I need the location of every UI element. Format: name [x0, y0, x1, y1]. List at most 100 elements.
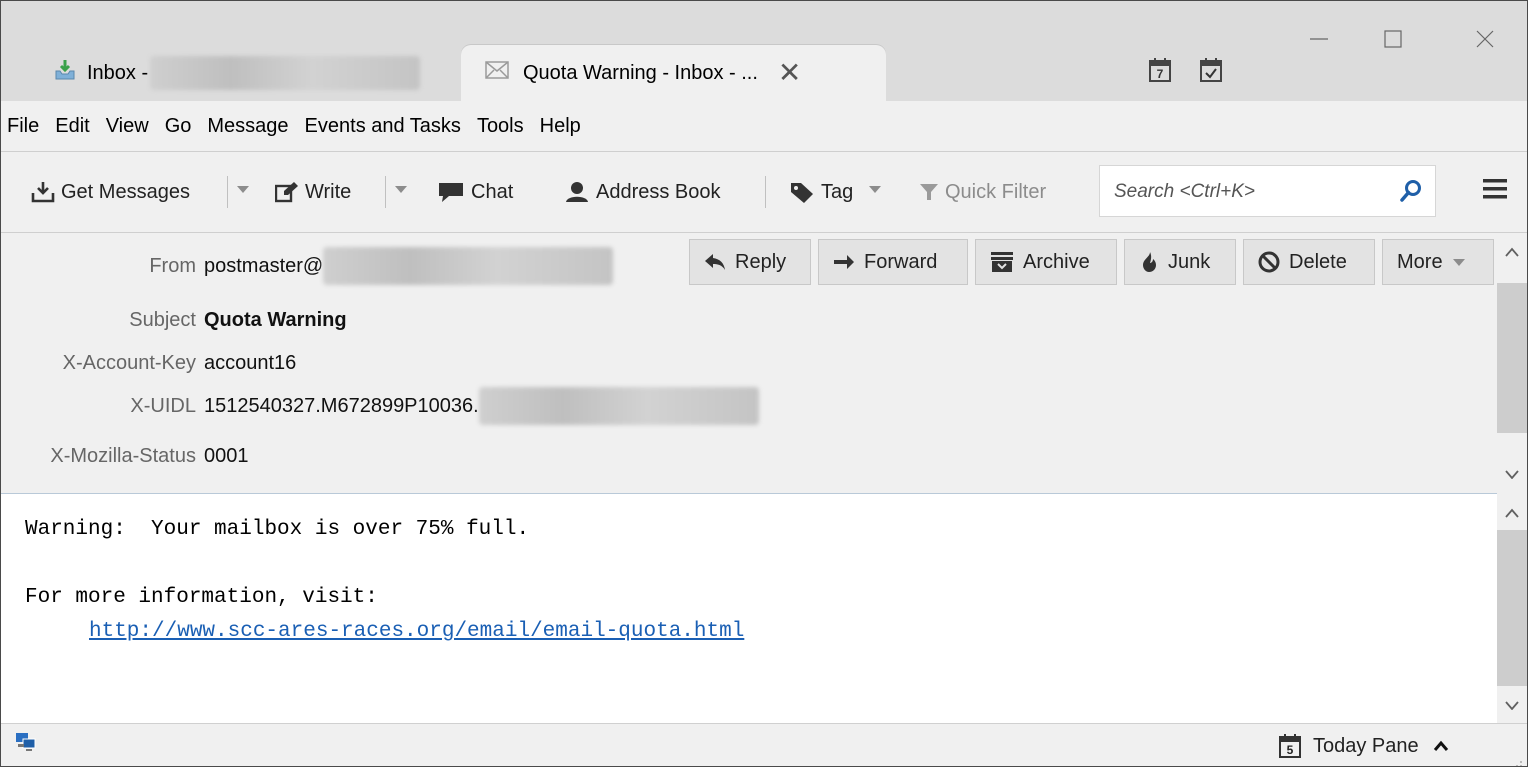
menu-view[interactable]: View [106, 115, 149, 138]
message-header-pane: From postmaster@ Subject Quota Warning X… [1, 233, 1497, 494]
delete-button[interactable]: Delete [1243, 239, 1375, 285]
body-warning-line: Warning: Your mailbox is over 75% full. [25, 518, 530, 541]
body-info-line: For more information, visit: [25, 586, 378, 609]
envelope-icon [485, 61, 509, 85]
header-value-mozilla-status: 0001 [204, 444, 249, 467]
tag-button[interactable]: Tag [789, 172, 853, 212]
window-close-button[interactable] [1465, 19, 1505, 59]
forward-arrow-icon [834, 255, 854, 269]
search-icon[interactable] [1399, 179, 1423, 209]
network-online-icon[interactable] [15, 732, 37, 758]
toolbar-separator [765, 176, 766, 208]
delete-label: Delete [1289, 250, 1347, 273]
menu-message[interactable]: Message [207, 115, 288, 138]
search-input[interactable] [1112, 178, 1386, 206]
header-scrollbar[interactable] [1497, 233, 1527, 493]
header-label-uidl: X-UIDL [130, 394, 196, 417]
message-body: Warning: Your mailbox is over 75% full. … [1, 494, 1497, 723]
header-label-account-key: X-Account-Key [62, 351, 196, 374]
reply-button[interactable]: Reply [689, 239, 811, 285]
scroll-up-icon[interactable] [1497, 237, 1527, 267]
tab-close-icon[interactable]: ✕ [778, 59, 801, 87]
tab-active-label: Quota Warning - Inbox - ... [523, 61, 758, 84]
filter-icon [920, 184, 938, 200]
tab-inbox[interactable]: Inbox - [1, 45, 451, 101]
tab-bar: Inbox - Quota Warning - Inbox - ... ✕ 7 [1, 1, 1527, 101]
thunderbird-window: Inbox - Quota Warning - Inbox - ... ✕ 7 [0, 0, 1528, 767]
junk-label: Junk [1168, 250, 1211, 273]
flame-icon [1143, 252, 1156, 272]
header-value-subject: Quota Warning [204, 308, 347, 331]
hamburger-menu-icon[interactable] [1482, 176, 1508, 202]
address-book-button[interactable]: Address Book [564, 172, 721, 212]
quota-info-link[interactable]: http://www.scc-ares-races.org/email/emai… [89, 620, 744, 643]
archive-box-icon [991, 252, 1013, 272]
archive-button[interactable]: Archive [975, 239, 1117, 285]
header-label-mozilla-status: X-Mozilla-Status [50, 444, 196, 467]
header-row-uidl: X-UIDL 1512540327.M672899P10036. [1, 387, 759, 425]
chat-button[interactable]: Chat [437, 172, 513, 212]
no-entry-icon [1258, 251, 1280, 273]
menu-bar: File Edit View Go Message Events and Tas… [1, 101, 1527, 152]
tab-quota-warning[interactable]: Quota Warning - Inbox - ... ✕ [461, 45, 886, 101]
header-value-from[interactable]: postmaster@ [204, 255, 323, 278]
menu-events-and-tasks[interactable]: Events and Tasks [305, 115, 461, 138]
header-row-subject: Subject Quota Warning [1, 305, 347, 335]
menu-help[interactable]: Help [540, 115, 581, 138]
header-scroll-thumb[interactable] [1497, 283, 1527, 433]
tag-dropdown-icon[interactable] [869, 186, 881, 193]
header-label-from: From [149, 254, 196, 277]
toolbar-separator [227, 176, 228, 208]
menu-edit[interactable]: Edit [55, 115, 89, 138]
body-scroll-thumb[interactable] [1497, 530, 1527, 686]
contact-icon [566, 182, 588, 202]
menu-go[interactable]: Go [165, 115, 192, 138]
scroll-down-icon[interactable] [1497, 690, 1527, 720]
more-label: More [1397, 250, 1443, 273]
calendar-icon[interactable]: 7 [1149, 57, 1171, 83]
chat-bubble-icon [439, 183, 463, 202]
tag-icon [791, 183, 813, 203]
junk-button[interactable]: Junk [1124, 239, 1236, 285]
main-toolbar: Get Messages Write Chat Address Book Tag… [1, 152, 1527, 233]
get-messages-label: Get Messages [61, 180, 190, 203]
redacted-account-name [150, 56, 421, 90]
today-day-digit: 5 [1287, 743, 1294, 757]
write-dropdown-icon[interactable] [395, 186, 407, 193]
today-pane-label: Today Pane [1313, 734, 1419, 757]
window-maximize-button[interactable] [1373, 19, 1413, 59]
status-bar: 5 Today Pane [1, 723, 1527, 766]
window-minimize-button[interactable] [1299, 19, 1339, 59]
forward-button[interactable]: Forward [818, 239, 968, 285]
search-box[interactable] [1099, 165, 1436, 217]
menu-file[interactable]: File [7, 115, 39, 138]
menu-tools[interactable]: Tools [477, 115, 524, 138]
pencil-icon [275, 182, 298, 203]
header-label-subject: Subject [129, 308, 196, 331]
write-button[interactable]: Write [275, 172, 351, 212]
header-row-mozilla-status: X-Mozilla-Status 0001 [1, 441, 249, 471]
more-button[interactable]: More [1382, 239, 1494, 285]
scroll-up-icon[interactable] [1497, 498, 1527, 528]
forward-label: Forward [864, 250, 938, 273]
calendar-icon: 5 [1279, 734, 1301, 758]
quick-filter-label: Quick Filter [945, 180, 1047, 203]
reply-label: Reply [735, 250, 787, 273]
header-value-uidl: 1512540327.M672899P10036. [204, 394, 479, 417]
redacted-uidl-suffix [478, 387, 759, 425]
redacted-email-domain [323, 247, 614, 285]
body-scrollbar[interactable] [1497, 494, 1527, 723]
calendar-day-digit: 7 [1157, 67, 1164, 81]
inbox-download-icon [53, 58, 77, 88]
reply-arrow-icon [705, 254, 725, 270]
resize-grip-icon[interactable] [1511, 751, 1523, 766]
get-messages-dropdown-icon[interactable] [237, 186, 249, 193]
tasks-icon[interactable] [1200, 57, 1222, 83]
header-row-from: From postmaster@ [1, 247, 614, 285]
chat-label: Chat [471, 180, 514, 203]
more-dropdown-icon [1452, 258, 1465, 266]
scroll-down-icon[interactable] [1497, 459, 1527, 489]
today-pane-toggle[interactable]: 5 Today Pane [1279, 730, 1449, 762]
quick-filter-button[interactable]: Quick Filter [919, 172, 1046, 212]
get-messages-button[interactable]: Get Messages [31, 172, 190, 212]
